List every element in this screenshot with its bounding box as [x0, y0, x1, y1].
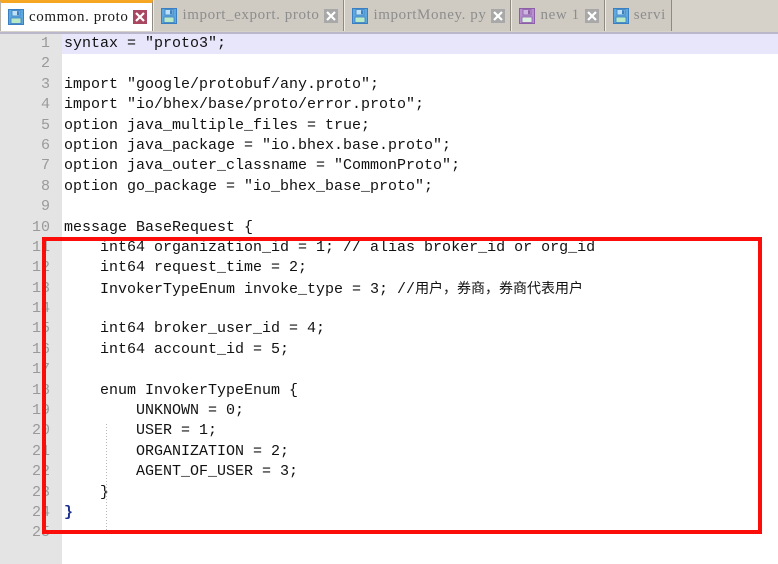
line-number: 10 [31, 218, 50, 236]
code-line[interactable] [62, 523, 778, 543]
code-line[interactable]: message BaseRequest { [62, 218, 778, 238]
line-number: 25 [31, 524, 50, 542]
editor-tab-label: servi [633, 7, 666, 23]
editor-tab-label: import_export. proto [182, 7, 320, 23]
code-line[interactable]: int64 request_time = 2; [62, 258, 778, 278]
code-line[interactable]: option go_package = "io_bhex_base_proto"… [62, 177, 778, 197]
line-number: 24 [31, 503, 50, 521]
code-line[interactable]: UNKNOWN = 0; [62, 401, 778, 421]
line-number: 9 [40, 198, 50, 216]
code-editor-window: common. proto import_export. proto importM… [0, 0, 778, 564]
code-line[interactable] [62, 197, 778, 217]
line-number: 11 [31, 238, 50, 256]
code-comment-cjk: 用户，券商，券商代表用户 [415, 280, 584, 297]
code-line[interactable]: int64 account_id = 5; [62, 340, 778, 360]
close-icon-gray[interactable] [584, 8, 599, 23]
code-line[interactable]: import "io/bhex/base/proto/error.proto"; [62, 95, 778, 115]
code-line[interactable]: int64 broker_user_id = 4; [62, 319, 778, 339]
code-line[interactable]: syntax = "proto3"; [62, 34, 778, 55]
code-line[interactable]: USER = 1; [62, 421, 778, 441]
line-number: 8 [40, 177, 50, 195]
line-number: 1 [40, 35, 50, 52]
code-line[interactable] [62, 54, 778, 74]
floppy-save-icon-blue [8, 9, 24, 25]
line-number: 7 [40, 157, 50, 175]
code-line[interactable]: InvokerTypeEnum invoke_type = 3; //用户，券商… [62, 279, 778, 299]
line-number: 16 [31, 340, 50, 358]
editor-tab-label: importMoney. py [373, 7, 487, 23]
line-number: 14 [31, 300, 50, 318]
floppy-save-icon-blue [352, 7, 369, 24]
line-number: 19 [31, 402, 50, 420]
matching-brace: } [64, 503, 74, 521]
code-line[interactable]: ORGANIZATION = 2; [62, 442, 778, 462]
floppy-save-icon-purple [519, 7, 536, 24]
editor-area[interactable]: 1 2 3 4 5 6 7 8 9 10 11 12 13 14 15 16 17 18 19 20 21 22 23 24 2… [0, 32, 778, 564]
code-line[interactable]: option java_package = "io.bhex.base.prot… [62, 136, 778, 156]
line-number-gutter: 1 2 3 4 5 6 7 8 9 10 11 12 13 14 15 16 17 18 19 20 21 22 23 24 2… [0, 34, 62, 564]
floppy-save-icon-blue [161, 7, 178, 24]
line-number: 20 [31, 422, 50, 440]
editor-tab-3[interactable]: new 1 [511, 0, 605, 31]
code-line[interactable]: int64 organization_id = 1; // alias brok… [62, 238, 778, 258]
line-number: 6 [40, 136, 50, 154]
code-line[interactable]: option java_outer_classname = "CommonPro… [62, 156, 778, 176]
code-line[interactable]: import "google/protobuf/any.proto"; [62, 75, 778, 95]
code-line[interactable] [62, 299, 778, 319]
line-number: 5 [40, 116, 50, 134]
code-line[interactable]: } [62, 503, 778, 523]
close-icon-gray[interactable] [491, 8, 506, 23]
line-number: 18 [31, 381, 50, 399]
line-number: 3 [40, 75, 50, 93]
editor-tab-1[interactable]: import_export. proto [153, 0, 345, 31]
indent-guide-line [106, 424, 107, 532]
close-icon-gray[interactable] [324, 8, 339, 23]
close-icon-red[interactable] [133, 10, 148, 24]
floppy-save-icon-blue [612, 7, 629, 24]
line-number: 23 [31, 483, 50, 501]
editor-tab-0[interactable]: common. proto [0, 0, 154, 31]
line-number: 17 [31, 361, 50, 379]
line-number: 4 [40, 96, 50, 114]
line-number: 15 [31, 320, 50, 338]
editor-tab-label: new 1 [540, 7, 580, 23]
code-line[interactable]: } [62, 483, 778, 503]
code-line[interactable] [62, 360, 778, 380]
code-text-area[interactable]: syntax = "proto3"; import "google/protobu… [62, 34, 778, 564]
code-line[interactable]: AGENT_OF_USER = 3; [62, 462, 778, 482]
line-number: 21 [31, 442, 50, 460]
code-line[interactable]: enum InvokerTypeEnum { [62, 381, 778, 401]
code-line[interactable]: option java_multiple_files = true; [62, 116, 778, 136]
line-number: 22 [31, 463, 50, 481]
line-number: 12 [31, 259, 50, 277]
line-number: 2 [40, 55, 50, 73]
editor-tab-bar: common. proto import_export. proto importM… [0, 0, 778, 32]
editor-tab-2[interactable]: importMoney. py [344, 0, 512, 31]
editor-tab-4[interactable]: servi [604, 0, 672, 31]
editor-tab-label: common. proto [29, 8, 129, 25]
line-number: 13 [31, 279, 50, 297]
